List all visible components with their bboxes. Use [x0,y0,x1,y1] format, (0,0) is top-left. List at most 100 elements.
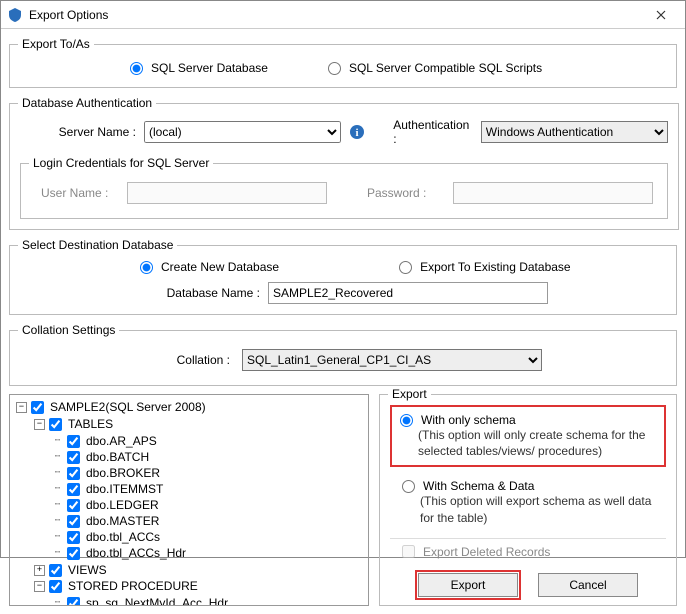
export-deleted-check [402,545,415,558]
tree-item-check[interactable] [67,531,80,544]
tree-item-check[interactable] [67,483,80,496]
db-auth-legend: Database Authentication [18,96,156,110]
leaf-icon: ┈ [52,516,63,527]
collation-select[interactable]: SQL_Latin1_General_CP1_CI_AS [242,349,542,371]
tree-item-check[interactable] [67,597,80,607]
collation-label: Collation : [150,353,230,367]
tree-tables-check[interactable] [49,418,62,431]
server-name-select[interactable]: (local) [144,121,341,143]
collapse-icon[interactable]: − [34,581,45,592]
auth-label: Authentication : [393,118,475,146]
tree-item-label: dbo.MASTER [86,514,159,528]
leaf-icon: ┈ [52,452,63,463]
collapse-icon[interactable]: − [16,402,27,413]
titlebar: Export Options [1,1,685,29]
export-deleted-label: Export Deleted Records [423,545,550,559]
window-title: Export Options [29,8,641,22]
tree-tables-label: TABLES [68,417,113,431]
radio-sql-db-label: SQL Server Database [151,61,268,75]
radio-schema-data[interactable]: With Schema & Data [402,479,658,493]
tree-table-item[interactable]: ┈ dbo.AR_APS [52,433,364,449]
radio-create-new-label: Create New Database [161,260,279,274]
radio-schema-data-input[interactable] [402,480,415,493]
cancel-button[interactable]: Cancel [538,573,638,597]
tree-table-item[interactable]: ┈ dbo.LEDGER [52,497,364,513]
schema-only-desc: (This option will only create schema for… [400,427,656,459]
collation-legend: Collation Settings [18,323,119,337]
tree-item-label: sp_sg_NextMyId_Acc_Hdr [86,596,228,606]
leaf-icon: ┈ [52,598,63,607]
radio-sql-scripts-label: SQL Server Compatible SQL Scripts [349,61,542,75]
radio-schema-only-input[interactable] [400,414,413,427]
dest-db-group: Select Destination Database Create New D… [9,238,677,315]
radio-create-new[interactable]: Create New Database [140,260,279,274]
export-options-group: Export With only schema (This option wil… [379,394,677,606]
tree-item-label: dbo.tbl_ACCs [86,530,160,544]
leaf-icon: ┈ [52,500,63,511]
tree-table-item[interactable]: ┈ dbo.tbl_ACCs [52,529,364,545]
db-auth-group: Database Authentication Server Name : (l… [9,96,679,230]
radio-sql-scripts-input[interactable] [328,62,341,75]
schema-data-desc: (This option will export schema as well … [402,493,658,525]
radio-export-existing-input[interactable] [399,261,412,274]
tree-table-item[interactable]: ┈dbo.ITEMMST [52,481,364,497]
tree-root-label: SAMPLE2(SQL Server 2008) [50,400,206,414]
info-icon[interactable]: i [349,124,365,140]
collation-group: Collation Settings Collation : SQL_Latin… [9,323,677,386]
leaf-icon: ┈ [52,548,63,559]
tree-item-label: dbo.BATCH [86,450,149,464]
tree-item-check[interactable] [67,451,80,464]
user-name-label: User Name : [41,186,121,200]
tree-root[interactable]: − SAMPLE2(SQL Server 2008) − TABLES ┈dbo… [16,399,364,606]
radio-schema-data-label: With Schema & Data [423,479,534,493]
radio-create-new-input[interactable] [140,261,153,274]
radio-schema-only-label: With only schema [421,413,516,427]
tree-tables[interactable]: − TABLES ┈ dbo.AR_APS ┈ dbo.BATCH ┈ dbo.BROKE… [34,416,364,562]
expand-icon[interactable]: + [34,565,45,576]
server-name-label: Server Name : [36,125,136,139]
radio-sql-db[interactable]: SQL Server Database [130,61,268,75]
tree-table-item[interactable]: ┈ dbo.BROKER [52,465,364,481]
db-name-label: Database Name : [140,286,260,300]
tree-sp-item[interactable]: ┈ sp_sg_NextMyId_Acc_Hdr [52,595,364,606]
login-cred-legend: Login Credentials for SQL Server [29,156,213,170]
dest-db-legend: Select Destination Database [18,238,177,252]
tree-root-check[interactable] [31,401,44,414]
password-label: Password : [367,186,447,200]
tree-sp-check[interactable] [49,580,62,593]
tree-views[interactable]: + VIEWS [34,562,364,578]
export-button[interactable]: Export [418,573,518,597]
export-to-group: Export To/As SQL Server Database SQL Ser… [9,37,677,88]
tree-table-item[interactable]: ┈ dbo.BATCH [52,449,364,465]
object-tree[interactable]: − SAMPLE2(SQL Server 2008) − TABLES ┈dbo… [9,394,369,606]
app-icon [7,7,23,23]
login-cred-group: Login Credentials for SQL Server User Na… [20,156,668,219]
leaf-icon: ┈ [52,468,63,479]
tree-views-label: VIEWS [68,563,107,577]
tree-item-check[interactable] [67,499,80,512]
tree-views-check[interactable] [49,564,62,577]
radio-sql-scripts[interactable]: SQL Server Compatible SQL Scripts [328,61,542,75]
highlighted-option: With only schema (This option will only … [390,405,666,467]
tree-item-label: dbo.LEDGER [86,498,159,512]
radio-sql-db-input[interactable] [130,62,143,75]
tree-item-label: dbo.AR_APS [86,434,157,448]
tree-item-check[interactable] [67,467,80,480]
radio-export-existing[interactable]: Export To Existing Database [399,260,571,274]
close-button[interactable] [641,3,681,27]
tree-sp-label: STORED PROCEDURE [68,579,198,593]
auth-select[interactable]: Windows Authentication [481,121,668,143]
collapse-icon[interactable]: − [34,419,45,430]
export-to-legend: Export To/As [18,37,94,51]
password-input [453,182,653,204]
tree-stored-proc[interactable]: − STORED PROCEDURE ┈ sp_sg_NextMyId_Acc_H… [34,578,364,606]
radio-schema-only[interactable]: With only schema [400,413,656,427]
tree-item-check[interactable] [67,435,80,448]
leaf-icon: ┈ [52,436,63,447]
tree-table-item[interactable]: ┈ dbo.MASTER [52,513,364,529]
leaf-icon: ┈ [52,532,63,543]
tree-table-item[interactable]: ┈dbo.tbl_ACCs_Hdr [52,545,364,561]
tree-item-label: dbo.BROKER [86,466,160,480]
db-name-input[interactable] [268,282,548,304]
tree-item-check[interactable] [67,515,80,528]
